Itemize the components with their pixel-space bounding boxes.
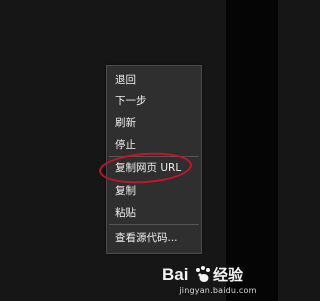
menu-item-label: 刷新 <box>115 116 136 129</box>
menu-item-label: 复制 <box>115 184 136 197</box>
menu-item-back[interactable]: 退回 <box>115 71 197 89</box>
menu-separator <box>109 156 199 157</box>
menu-item-view-source[interactable]: 查看源代码... <box>115 229 197 247</box>
menu-item-forward[interactable]: 下一步 <box>115 92 197 110</box>
watermark-url: jingyan.baidu.com <box>179 286 257 295</box>
menu-item-paste[interactable]: 粘贴 <box>115 204 197 222</box>
menu-item-refresh[interactable]: 刷新 <box>115 114 197 132</box>
menu-item-label: 查看源代码... <box>115 231 178 244</box>
baidu-jingyan-watermark: Bai 经验 jingyan.baidu.com <box>162 263 274 297</box>
menu-item-label: 退回 <box>115 73 136 86</box>
menu-item-label: 停止 <box>115 138 136 151</box>
menu-item-label: 复制网页 URL <box>115 161 182 174</box>
menu-item-stop[interactable]: 停止 <box>115 136 197 154</box>
paw-icon <box>196 266 210 282</box>
menu-item-label: 粘贴 <box>115 206 136 219</box>
menu-item-copy-page-url[interactable]: 复制网页 URL <box>115 159 197 177</box>
menu-item-copy[interactable]: 复制 <box>115 182 197 200</box>
context-menu: 退回 下一步 刷新 停止 复制网页 URL 复制 粘贴 查看源代码... <box>106 65 202 254</box>
dark-background-panel <box>226 0 278 301</box>
menu-item-label: 下一步 <box>115 94 147 107</box>
logo-text-jingyan: 经验 <box>213 266 244 284</box>
menu-separator <box>109 224 199 225</box>
logo-text-bai: Bai <box>162 265 188 284</box>
baidu-jingyan-logo: Bai 经验 <box>162 265 244 284</box>
